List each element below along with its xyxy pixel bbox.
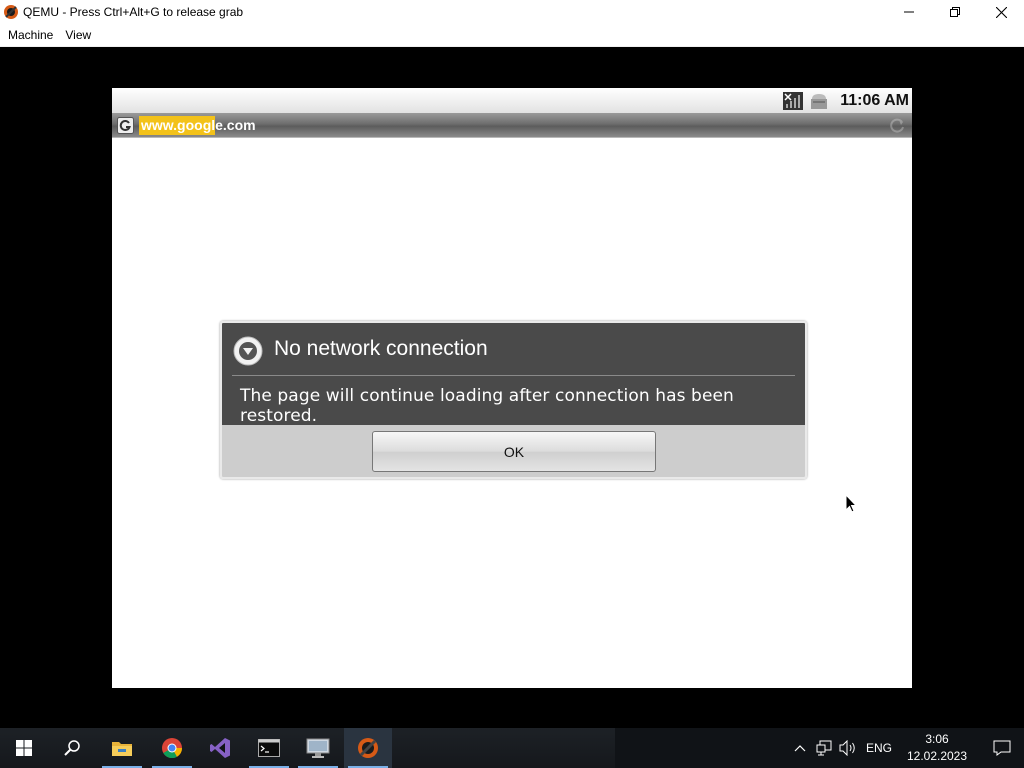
start-button[interactable]	[0, 728, 48, 768]
window-controls	[886, 0, 1024, 24]
network-tray-button[interactable]	[812, 728, 836, 768]
system-tray: ENG 3:06 12.02.2023	[788, 728, 1024, 768]
android-statusbar: 11:06 AM	[112, 88, 912, 113]
taskbar-date: 12.02.2023	[906, 749, 968, 763]
close-button[interactable]	[978, 0, 1024, 24]
browser-urlbar[interactable]: www.google.com	[112, 113, 912, 138]
window-title: QEMU - Press Ctrl+Alt+G to release grab	[23, 5, 244, 19]
menu-machine[interactable]: Machine	[2, 24, 59, 46]
close-icon	[995, 6, 1007, 18]
menubar: Machine View	[0, 24, 1024, 47]
dialog-header: No network connection The page will cont…	[222, 323, 805, 426]
window-titlebar: QEMU - Press Ctrl+Alt+G to release grab	[0, 0, 1024, 24]
minimize-button[interactable]	[886, 0, 932, 24]
taskbar-clock[interactable]: 3:06 12.02.2023	[900, 731, 974, 765]
dialog-alert-icon	[233, 336, 263, 366]
mouse-cursor-icon	[845, 494, 857, 513]
show-hidden-icons-button[interactable]	[788, 728, 812, 768]
qemu-icon	[358, 738, 378, 758]
taskbar-chrome[interactable]	[148, 728, 196, 768]
chevron-up-icon	[794, 745, 806, 752]
ok-button[interactable]: OK	[372, 431, 656, 472]
taskbar-time: 3:06	[925, 732, 949, 746]
terminal-icon	[258, 739, 280, 757]
dialog-button-bar: OK	[222, 425, 805, 477]
screen: QEMU - Press Ctrl+Alt+G to release grab …	[0, 0, 1024, 768]
refresh-icon[interactable]	[889, 117, 906, 134]
emulator-screen[interactable]: 11:06 AM www.google.com No network conne…	[112, 88, 912, 688]
no-network-dialog: No network connection The page will cont…	[220, 321, 807, 479]
search-icon	[64, 740, 80, 756]
dialog-divider	[232, 375, 795, 376]
taskbar-remote-desktop[interactable]	[294, 728, 342, 768]
signal-off-icon	[783, 91, 804, 110]
volume-tray-button[interactable]	[836, 728, 860, 768]
start-icon	[16, 740, 32, 756]
visual-studio-icon	[210, 738, 230, 758]
minimize-icon	[904, 11, 914, 13]
taskbar-terminal[interactable]	[245, 728, 293, 768]
action-center-button[interactable]	[980, 728, 1024, 768]
taskbar-file-explorer[interactable]	[98, 728, 146, 768]
search-button[interactable]	[48, 728, 96, 768]
dialog-title: No network connection	[274, 337, 488, 360]
network-icon	[816, 740, 832, 756]
qemu-icon	[4, 5, 18, 19]
input-language[interactable]: ENG	[866, 741, 892, 755]
url-text[interactable]: www.google.com	[139, 116, 256, 135]
url-value: www.google.com	[141, 117, 256, 133]
status-time: 11:06 AM	[840, 91, 909, 109]
file-explorer-icon	[112, 742, 132, 756]
chrome-icon	[162, 738, 183, 759]
volume-icon	[839, 740, 855, 756]
restore-icon	[950, 7, 960, 17]
taskbar-visual-studio[interactable]	[196, 728, 244, 768]
notification-icon	[993, 740, 1011, 756]
sd-card-icon	[811, 93, 828, 109]
page-favicon-icon	[117, 116, 134, 134]
menu-view[interactable]: View	[59, 24, 97, 46]
taskbar-qemu[interactable]	[344, 728, 392, 768]
windows-taskbar: ENG 3:06 12.02.2023	[0, 728, 1024, 768]
remote-desktop-icon	[306, 738, 330, 758]
dialog-message: The page will continue loading after con…	[240, 386, 734, 426]
restore-button[interactable]	[932, 0, 978, 24]
